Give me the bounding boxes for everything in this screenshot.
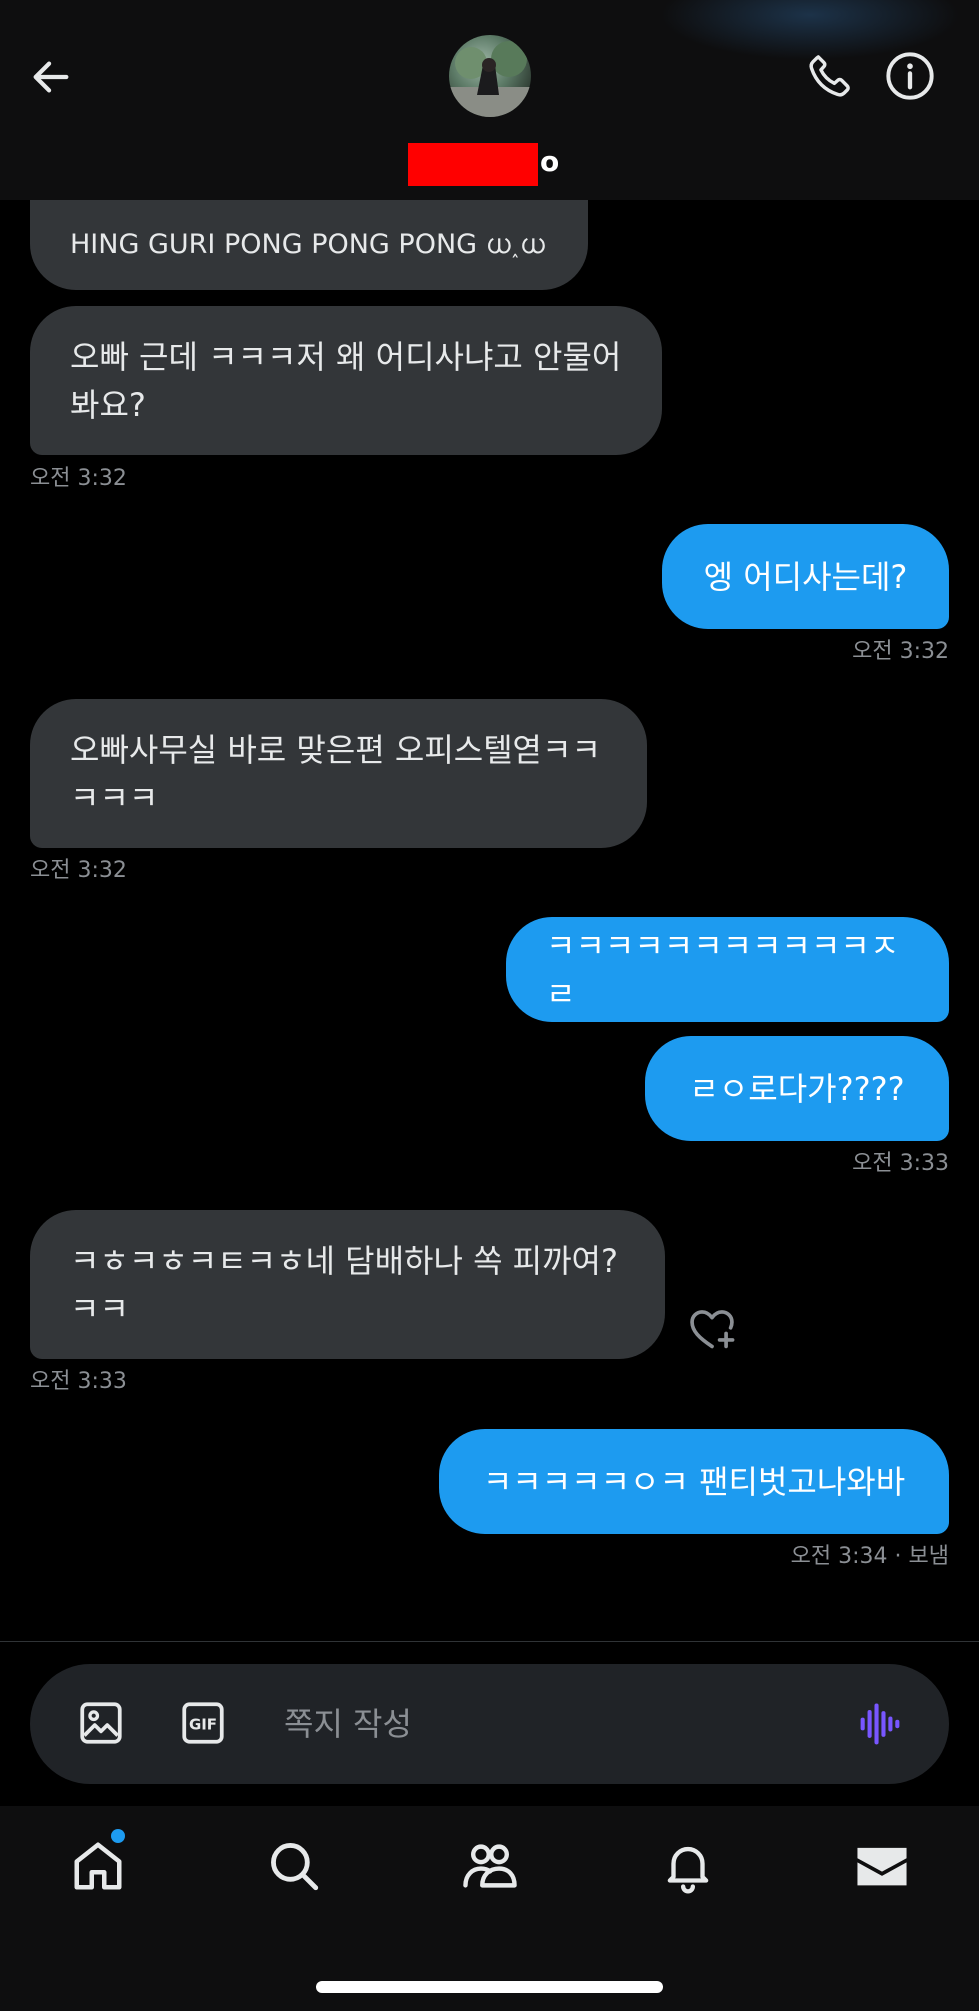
home-icon xyxy=(74,1842,122,1890)
message-text: 오빠 근데 ㅋㅋㅋ저 왜 어디사냐고 안물어 봐요? xyxy=(70,337,622,424)
message-text: 엥 어디사는데? xyxy=(703,557,908,596)
mail-icon xyxy=(857,1847,907,1886)
message-text: 오빠사무실 바로 맞은편 오피스텔엳ㅋㅋ ㅋㅋㅋ xyxy=(70,730,601,817)
message-bubble-incoming[interactable]: 오빠사무실 바로 맞은편 오피스텔엳ㅋㅋ ㅋㅋㅋ xyxy=(30,699,647,848)
react-button[interactable] xyxy=(686,1302,738,1354)
message-bubble-outgoing[interactable]: ㅋㅋㅋㅋㅋㅋㅋㅋㅋㅋㅋㅈㄹ xyxy=(506,917,949,1022)
home-indicator[interactable] xyxy=(316,1981,663,1993)
add-gif-button[interactable]: GIF xyxy=(174,1694,232,1752)
add-image-button[interactable] xyxy=(72,1694,130,1752)
composer-divider xyxy=(0,1641,979,1642)
nav-messages[interactable] xyxy=(842,1826,922,1906)
message-bubble-incoming[interactable]: ㅋㅎㅋㅎㅋㅌㅋㅎ네 담배하나 쏙 피까여? ㅋㅋ xyxy=(30,1210,665,1359)
message-timestamp: 오전 3:33 xyxy=(30,1369,127,1394)
message-text: ㄹㅇ로다가???? xyxy=(689,1069,905,1108)
message-text: ㅋㅎㅋㅎㅋㅌㅋㅎ네 담배하나 쏙 피까여? ㅋㅋ xyxy=(70,1241,618,1328)
bell-icon xyxy=(667,1846,709,1894)
nav-communities[interactable] xyxy=(450,1826,530,1906)
avatar[interactable] xyxy=(449,35,531,117)
message-input[interactable] xyxy=(284,1694,824,1754)
nav-home[interactable] xyxy=(58,1826,138,1906)
voice-message-button[interactable] xyxy=(850,1694,910,1754)
message-bubble-incoming[interactable]: HING GURI PONG PONG PONG ധ˰ധ xyxy=(30,200,588,290)
message-timestamp: 오전 3:32 xyxy=(30,858,127,883)
message-bubble-outgoing[interactable]: ㄹㅇ로다가???? xyxy=(645,1036,949,1141)
info-icon xyxy=(886,52,934,100)
message-timestamp: 오전 3:32 xyxy=(852,639,949,664)
arrow-left-icon xyxy=(33,61,69,93)
svg-text:GIF: GIF xyxy=(189,1716,217,1734)
back-button[interactable] xyxy=(24,50,78,104)
message-status: 오전 3:34 · 보냄 xyxy=(790,1544,949,1569)
message-bubble-incoming[interactable]: 오빠 근데 ㅋㅋㅋ저 왜 어디사냐고 안물어 봐요? xyxy=(30,306,662,455)
nav-notifications[interactable] xyxy=(648,1826,728,1906)
message-timestamp: 오전 3:32 xyxy=(30,466,127,491)
message-text: ㅋㅋㅋㅋㅋㅇㅋ 팬티벗고나와바 xyxy=(482,1462,906,1501)
message-bubble-outgoing[interactable]: ㅋㅋㅋㅋㅋㅇㅋ 팬티벗고나와바 xyxy=(439,1429,949,1534)
info-button[interactable] xyxy=(880,46,940,106)
gif-icon: GIF xyxy=(182,1702,224,1744)
heart-plus-icon xyxy=(690,1310,735,1349)
people-icon xyxy=(463,1844,517,1888)
message-bubble-outgoing[interactable]: 엥 어디사는데? xyxy=(662,524,949,629)
voice-wave-icon xyxy=(860,1703,900,1745)
notification-dot xyxy=(111,1829,125,1843)
message-timestamp: 오전 3:33 xyxy=(852,1151,949,1176)
user-name-suffix: o xyxy=(540,145,560,178)
message-text: ㅋㅋㅋㅋㅋㅋㅋㅋㅋㅋㅋㅈㄹ xyxy=(546,926,900,1013)
phone-icon xyxy=(809,55,850,97)
message-text: HING GURI PONG PONG PONG ധ˰ധ xyxy=(70,229,545,260)
call-button[interactable] xyxy=(800,46,860,106)
avatar-photo xyxy=(449,41,531,117)
nav-search[interactable] xyxy=(254,1826,334,1906)
search-icon xyxy=(271,1843,319,1891)
redacted-name xyxy=(408,143,538,186)
image-icon xyxy=(80,1702,122,1744)
